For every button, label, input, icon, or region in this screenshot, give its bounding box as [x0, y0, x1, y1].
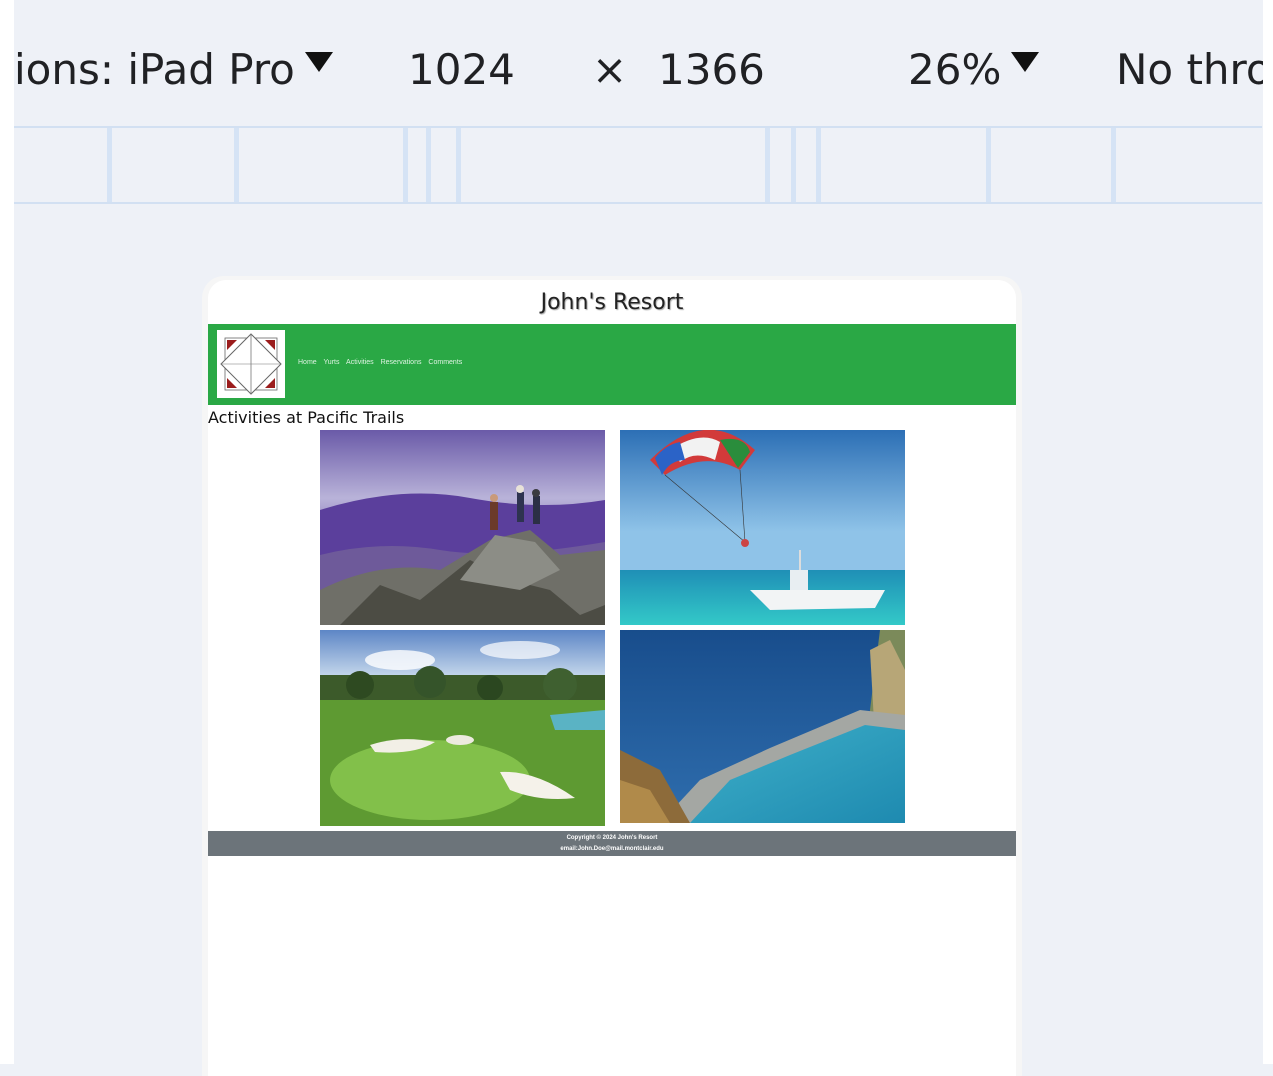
ruler-segment[interactable]: [986, 128, 991, 202]
ruler-segment[interactable]: [1111, 128, 1116, 202]
page-viewport[interactable]: John's Resort Home Yurts Activities Rese…: [208, 280, 1016, 1076]
golf-photo: [320, 630, 605, 826]
nav-link-home[interactable]: Home: [298, 359, 317, 366]
ruler-segment[interactable]: [765, 128, 770, 202]
nav-link-comments[interactable]: Comments: [428, 359, 462, 366]
nav-link-yurts[interactable]: Yurts: [324, 359, 340, 366]
parasailing-photo: [620, 430, 905, 625]
footer-copyright: Copyright © 2024 John's Resort: [566, 835, 658, 841]
resort-logo[interactable]: [217, 330, 285, 398]
device-toolbar: ions: iPad Pro 1024 × 1366 26% No thro: [0, 0, 1273, 128]
page-heading: Activities at Pacific Trails: [208, 408, 405, 427]
device-select[interactable]: ions: iPad Pro: [14, 40, 333, 100]
site-title: John's Resort: [540, 290, 684, 315]
ruler-segment[interactable]: [426, 128, 431, 202]
dropdown-triangle-icon: [304, 52, 333, 72]
zoom-select[interactable]: 26%: [908, 40, 1040, 100]
width-input[interactable]: 1024: [408, 40, 515, 100]
site-footer: Copyright © 2024 John's Resort email:Joh…: [208, 831, 1016, 856]
footer-email-link[interactable]: email:John.Doe@mail.montclair.edu: [208, 844, 1016, 855]
nav-link-reservations[interactable]: Reservations: [381, 359, 422, 366]
site-nav: Home Yurts Activities Reservations Comme…: [208, 324, 1016, 405]
device-frame: John's Resort Home Yurts Activities Rese…: [202, 276, 1022, 1076]
ruler-segment[interactable]: [234, 128, 239, 202]
nav-link-activities[interactable]: Activities: [346, 359, 374, 366]
nav-links: Home Yurts Activities Reservations Comme…: [298, 359, 467, 366]
throttle-select[interactable]: No thro: [1116, 40, 1272, 100]
logo-graphic: [220, 333, 282, 395]
media-query-ruler: [14, 126, 1262, 204]
ruler-segment[interactable]: [816, 128, 821, 202]
times-icon: ×: [592, 45, 628, 94]
right-gutter: [1263, 0, 1273, 1064]
ruler-segment[interactable]: [107, 128, 112, 202]
hiking-photo: [320, 430, 605, 625]
zoom-select-label: 26%: [908, 45, 1002, 94]
pool-photo: [620, 630, 905, 823]
dropdown-triangle-icon: [1011, 52, 1040, 72]
ruler-segment[interactable]: [403, 128, 408, 202]
device-select-label: ions: iPad Pro: [14, 45, 295, 94]
ruler-segment[interactable]: [791, 128, 796, 202]
height-input[interactable]: 1366: [658, 40, 765, 100]
left-gutter: [0, 0, 14, 1064]
ruler-segment[interactable]: [456, 128, 461, 202]
